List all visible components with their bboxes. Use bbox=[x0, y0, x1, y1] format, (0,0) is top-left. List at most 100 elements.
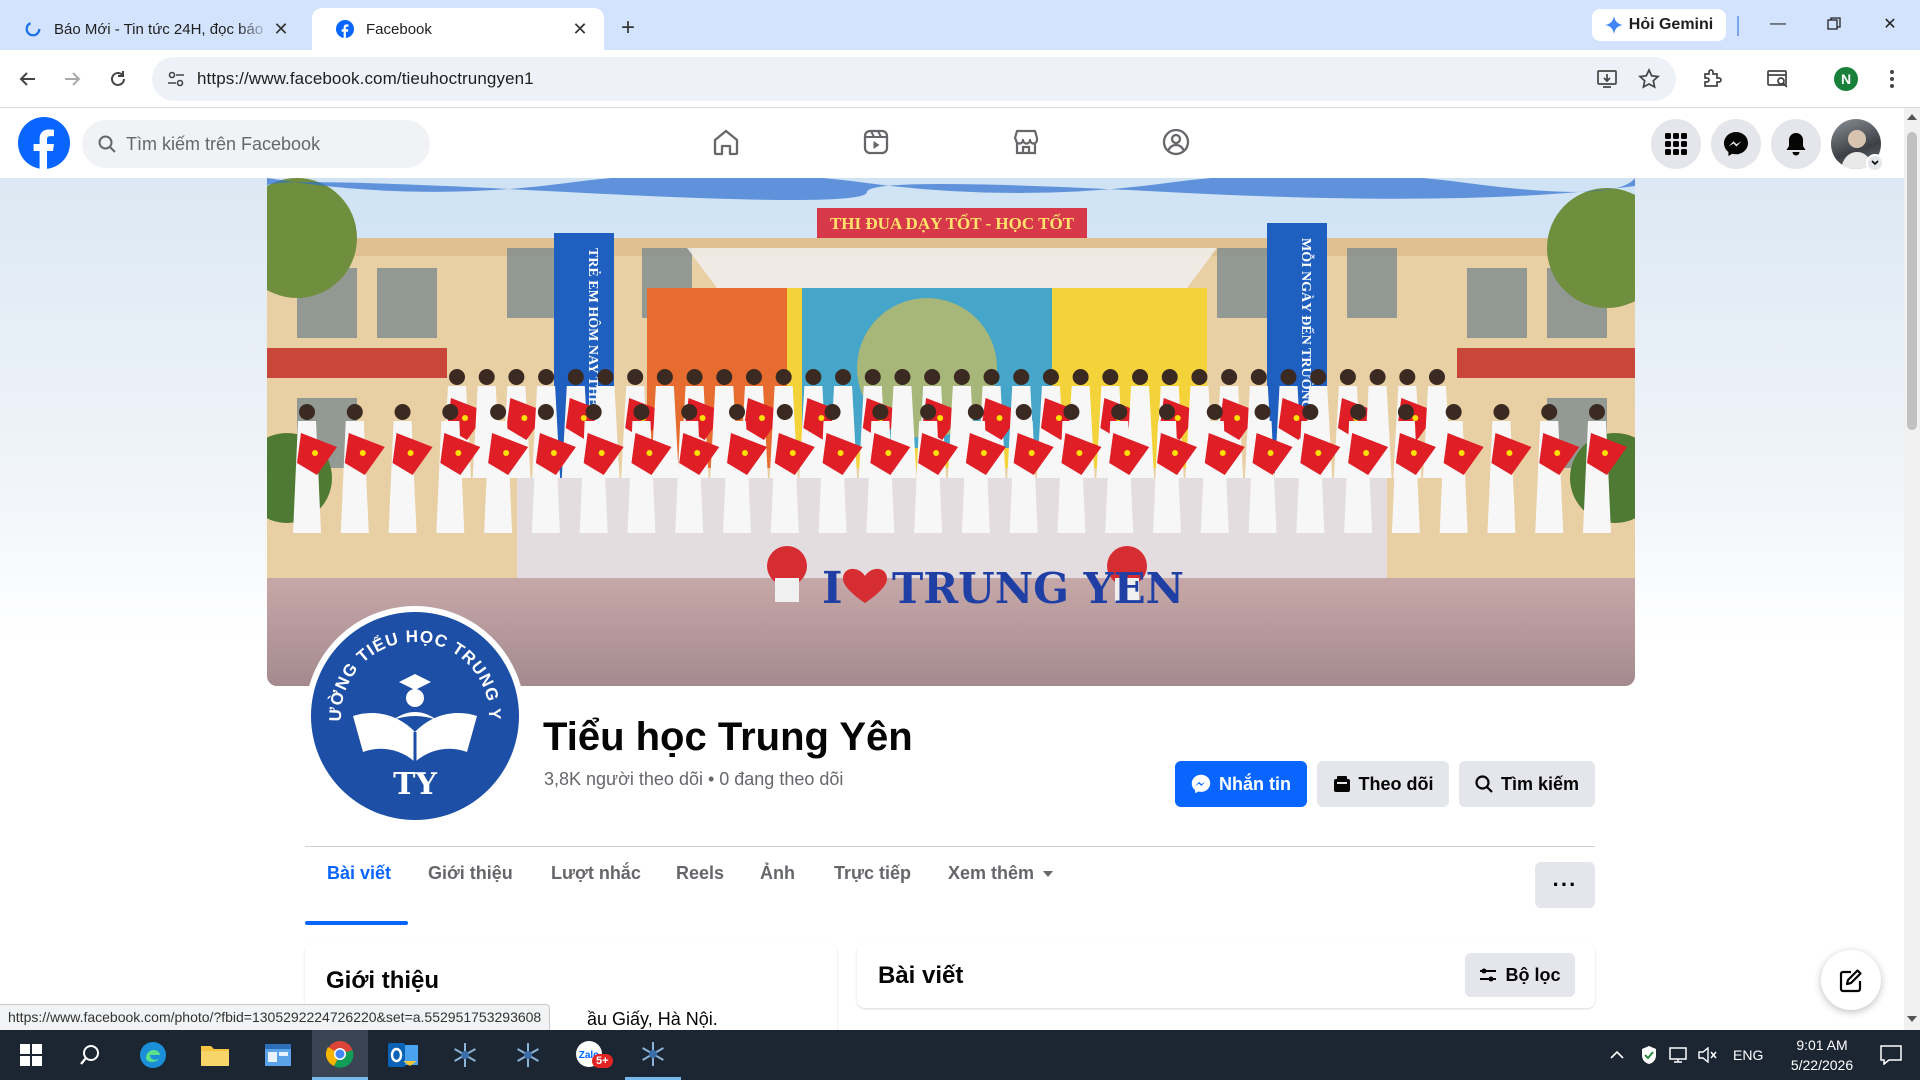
search-icon bbox=[80, 1045, 99, 1065]
clock[interactable]: 9:01 AM 5/22/2026 bbox=[1776, 1030, 1868, 1080]
link-status-bar: https://www.facebook.com/photo/?fbid=130… bbox=[0, 1004, 551, 1030]
scroll-up-arrow-icon[interactable] bbox=[1906, 112, 1918, 122]
chrome-taskbar-button[interactable] bbox=[312, 1030, 368, 1080]
back-button[interactable] bbox=[12, 63, 44, 95]
person-head bbox=[1339, 369, 1356, 385]
filter-button[interactable]: Bộ lọc bbox=[1465, 953, 1575, 997]
volume-tray-icon[interactable] bbox=[1698, 1030, 1718, 1080]
account-dropdown-badge[interactable] bbox=[1866, 154, 1884, 172]
pinned-app-taskbar-button[interactable] bbox=[437, 1030, 493, 1080]
bookmark-star-icon[interactable] bbox=[1638, 68, 1660, 90]
new-message-button[interactable] bbox=[1821, 950, 1881, 1010]
browser-tab-facebook[interactable]: Facebook ✕ bbox=[312, 8, 604, 50]
install-app-icon[interactable] bbox=[1596, 68, 1618, 90]
messenger-button[interactable] bbox=[1711, 119, 1761, 169]
tab-see-more[interactable]: Xem thêm bbox=[948, 863, 1054, 884]
flag-star bbox=[1028, 450, 1035, 456]
profile-picture[interactable]: TRƯỜNG TIỂU HỌC TRUNG YÊN TY bbox=[304, 597, 525, 826]
edge-taskbar-button[interactable] bbox=[125, 1030, 181, 1080]
search-page-button[interactable]: Tìm kiếm bbox=[1459, 761, 1595, 807]
zalo-taskbar-button[interactable]: Zalo 5+ bbox=[562, 1030, 618, 1080]
url-text: https://www.facebook.com/tieuhoctrungyen… bbox=[197, 69, 534, 88]
person-head bbox=[872, 404, 889, 420]
cover-photo[interactable]: THI ĐUA DẠY TỐT - HỌC TỐT TRẺ EM HÔM NAY… bbox=[267, 178, 1635, 686]
tab-posts[interactable]: Bài viết bbox=[327, 863, 391, 884]
posts-header-card: Bài viết Bộ lọc bbox=[857, 943, 1595, 1008]
snowflake-app-icon bbox=[454, 1043, 476, 1067]
person-head bbox=[1161, 369, 1178, 385]
ask-gemini-button[interactable]: Hỏi Gemini bbox=[1592, 9, 1726, 41]
person-head bbox=[1302, 404, 1319, 420]
profile-button[interactable]: N bbox=[1830, 63, 1862, 95]
notifications-button[interactable] bbox=[1771, 119, 1821, 169]
forward-button[interactable] bbox=[56, 63, 88, 95]
flag-star bbox=[933, 450, 940, 456]
school-logo-icon: TRƯỜNG TIỂU HỌC TRUNG YÊN TY bbox=[304, 597, 519, 820]
marketplace-nav-button[interactable] bbox=[1006, 122, 1046, 162]
tab-live[interactable]: Trực tiếp bbox=[834, 863, 911, 884]
scroll-down-arrow-icon[interactable] bbox=[1906, 1014, 1918, 1024]
tab-about[interactable]: Giới thiệu bbox=[428, 863, 513, 884]
security-tray-icon[interactable] bbox=[1640, 1030, 1658, 1080]
close-window-button[interactable]: ✕ bbox=[1864, 8, 1916, 40]
start-button[interactable] bbox=[3, 1030, 59, 1080]
address-bar[interactable]: https://www.facebook.com/tieuhoctrungyen… bbox=[152, 57, 1676, 101]
tab-photos[interactable]: Ảnh bbox=[760, 863, 795, 884]
minimize-button[interactable]: — bbox=[1752, 8, 1804, 40]
follow-button[interactable]: Theo dõi bbox=[1317, 761, 1449, 807]
restore-button[interactable] bbox=[1808, 8, 1860, 40]
file-explorer-taskbar-button[interactable] bbox=[187, 1030, 243, 1080]
network-tray-icon[interactable] bbox=[1668, 1030, 1688, 1080]
active-tab-indicator bbox=[305, 921, 408, 925]
flag-star bbox=[1124, 450, 1131, 456]
input-language[interactable]: ENG bbox=[1733, 1030, 1763, 1080]
person-head bbox=[776, 404, 793, 420]
show-hidden-icons-button[interactable] bbox=[1610, 1030, 1624, 1080]
message-button[interactable]: Nhắn tin bbox=[1175, 761, 1307, 807]
site-settings-icon[interactable] bbox=[166, 69, 186, 89]
reload-button[interactable] bbox=[102, 63, 134, 95]
divider bbox=[305, 846, 1595, 847]
extensions-button[interactable] bbox=[1696, 63, 1728, 95]
flag-star bbox=[1267, 450, 1274, 456]
person-head bbox=[538, 369, 555, 385]
search-icon bbox=[98, 135, 116, 153]
action-center-button[interactable] bbox=[1866, 1030, 1916, 1080]
facebook-header: Tìm kiếm trên Facebook bbox=[0, 108, 1904, 178]
cover-sign-text-i: I bbox=[822, 563, 843, 614]
new-tab-button[interactable]: + bbox=[612, 12, 644, 44]
tab-reels[interactable]: Reels bbox=[676, 863, 724, 884]
flag-star bbox=[789, 450, 796, 456]
follower-stats[interactable]: 3,8K người theo dõi • 0 đang theo dõi bbox=[544, 769, 843, 790]
notification-badge: 5+ bbox=[592, 1054, 613, 1068]
more-options-button[interactable]: ··· bbox=[1535, 862, 1595, 908]
flag-star bbox=[699, 415, 706, 421]
person-head bbox=[478, 369, 495, 385]
tab-search-button[interactable] bbox=[1762, 63, 1794, 95]
flag-star bbox=[462, 415, 468, 421]
app-taskbar-button[interactable] bbox=[250, 1030, 306, 1080]
video-icon bbox=[863, 129, 889, 155]
groups-nav-button[interactable] bbox=[1156, 122, 1196, 162]
facebook-search-input[interactable]: Tìm kiếm trên Facebook bbox=[82, 120, 430, 168]
person-head bbox=[1191, 369, 1208, 385]
flag-star bbox=[359, 450, 366, 456]
browser-menu-button[interactable] bbox=[1876, 63, 1908, 95]
pinned-app-taskbar-button[interactable] bbox=[625, 1030, 681, 1080]
menu-button[interactable] bbox=[1651, 119, 1701, 169]
cover-photo-scene: THI ĐUA DẠY TỐT - HỌC TỐT TRẺ EM HÔM NAY… bbox=[267, 178, 1635, 686]
tab-mentions[interactable]: Lượt nhắc bbox=[551, 863, 641, 884]
messenger-icon bbox=[1724, 132, 1748, 156]
pinned-app-taskbar-button[interactable] bbox=[500, 1030, 556, 1080]
scrollbar-thumb[interactable] bbox=[1907, 132, 1917, 430]
snowflake-app-icon bbox=[642, 1041, 664, 1066]
person-head bbox=[1111, 404, 1128, 420]
close-tab-icon[interactable]: ✕ bbox=[271, 19, 291, 39]
browser-tab-baomoi[interactable]: Báo Mới - Tin tức 24H, đọc báo ✕ bbox=[0, 8, 305, 50]
taskbar-search-button[interactable] bbox=[62, 1030, 118, 1080]
facebook-logo-icon[interactable] bbox=[18, 117, 70, 169]
home-nav-button[interactable] bbox=[706, 122, 746, 162]
close-tab-icon[interactable]: ✕ bbox=[570, 19, 590, 39]
reels-nav-button[interactable] bbox=[856, 122, 896, 162]
outlook-taskbar-button[interactable] bbox=[375, 1030, 431, 1080]
